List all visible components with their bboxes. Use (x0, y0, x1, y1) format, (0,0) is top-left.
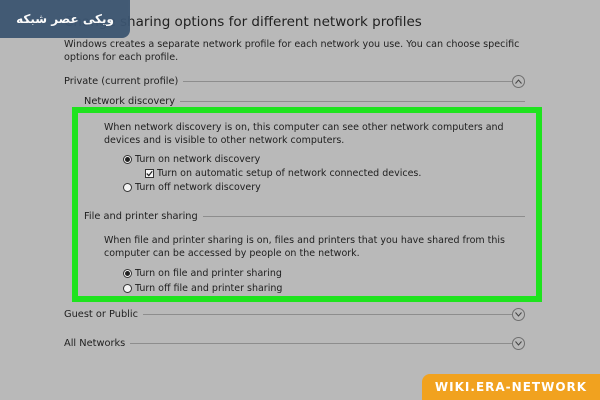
private-profile-header[interactable]: Private (current profile) (64, 73, 512, 89)
guest-public-profile-header[interactable]: Guest or Public (64, 306, 512, 322)
private-profile-label: Private (current profile) (64, 75, 179, 87)
section-divider (143, 313, 512, 315)
section-divider (183, 80, 512, 82)
chevron-down-icon[interactable] (512, 308, 525, 321)
all-networks-profile-header[interactable]: All Networks (64, 335, 512, 351)
turn-on-network-discovery-label: Turn on network discovery (135, 154, 261, 165)
turn-off-network-discovery-label: Turn off network discovery (135, 182, 261, 193)
turn-off-file-sharing-label: Turn off file and printer sharing (135, 283, 283, 294)
file-sharing-heading: File and printer sharing (84, 210, 198, 222)
turn-on-file-sharing-radio[interactable]: Turn on file and printer sharing (123, 268, 282, 279)
turn-on-network-discovery-radio[interactable]: Turn on network discovery (123, 154, 260, 165)
auto-setup-label: Turn on automatic setup of network conne… (157, 168, 422, 179)
chevron-up-icon[interactable] (512, 75, 525, 88)
checkbox-checked-icon[interactable] (145, 169, 154, 178)
section-divider (202, 215, 525, 217)
radio-selected-icon[interactable] (123, 269, 132, 278)
section-divider (180, 100, 525, 102)
section-divider (130, 342, 512, 344)
chevron-down-icon[interactable] (512, 337, 525, 350)
watermark-logo-top-left: ویکی عصر شبکه (0, 0, 130, 38)
network-discovery-heading: Network discovery (84, 95, 176, 107)
file-sharing-header: File and printer sharing (84, 208, 525, 224)
turn-on-file-sharing-label: Turn on file and printer sharing (135, 268, 282, 279)
watermark-logo-bottom-right: WIKI.ERA-NETWORK (422, 374, 600, 400)
network-discovery-description: When network discovery is on, this compu… (104, 122, 504, 146)
file-sharing-description: When file and printer sharing is on, fil… (104, 235, 505, 259)
turn-off-file-sharing-radio[interactable]: Turn off file and printer sharing (123, 283, 282, 294)
radio-selected-icon[interactable] (123, 155, 132, 164)
guest-public-profile-label: Guest or Public (64, 308, 139, 320)
turn-off-network-discovery-radio[interactable]: Turn off network discovery (123, 182, 261, 193)
advanced-sharing-settings-panel: Change sharing options for different net… (0, 0, 600, 400)
page-subtitle: Windows creates a separate network profi… (64, 39, 520, 63)
radio-unselected-icon[interactable] (123, 284, 132, 293)
all-networks-profile-label: All Networks (64, 337, 126, 349)
auto-setup-checkbox[interactable]: Turn on automatic setup of network conne… (145, 168, 421, 179)
radio-unselected-icon[interactable] (123, 183, 132, 192)
